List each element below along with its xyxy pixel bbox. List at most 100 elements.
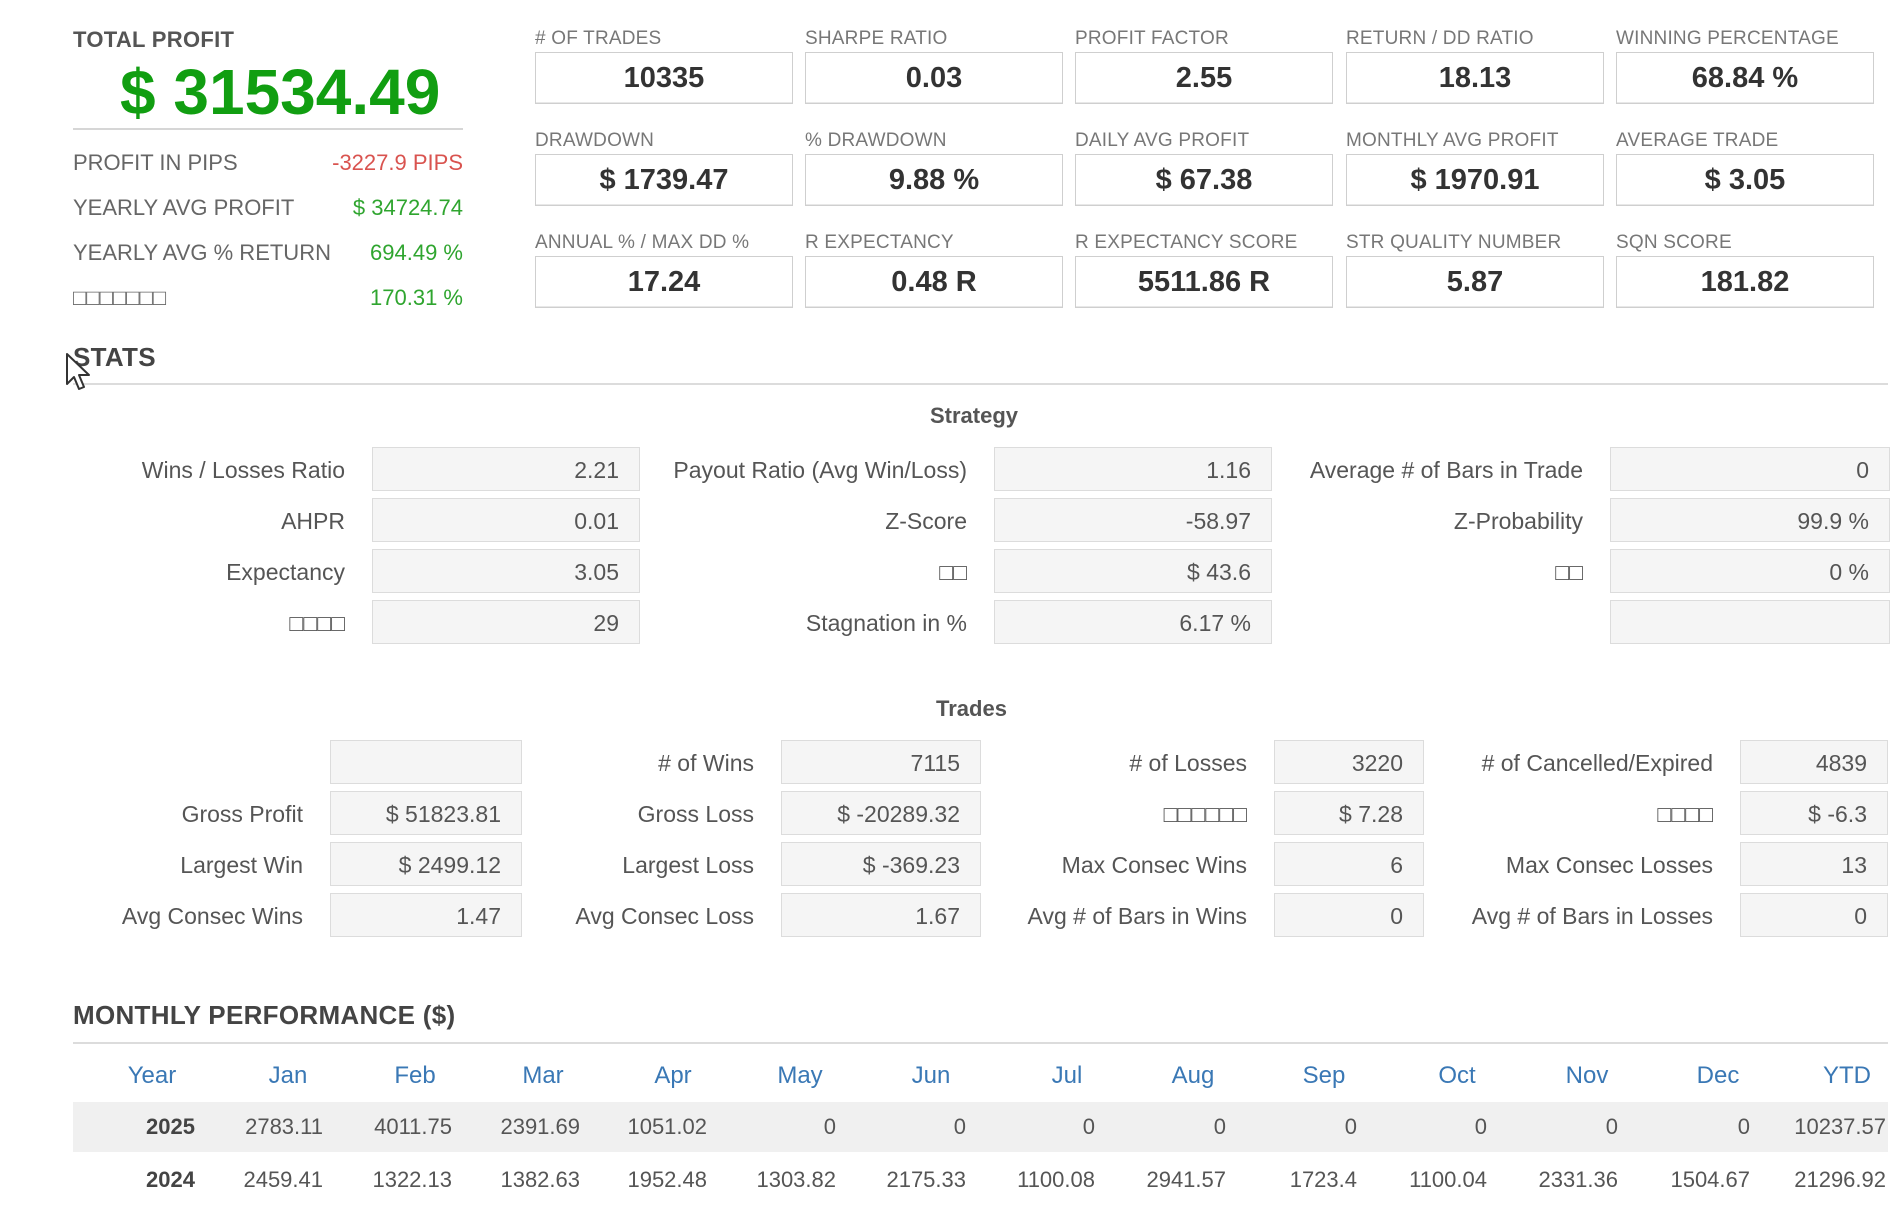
kpi-label: WINNING PERCENTAGE	[1616, 28, 1839, 49]
strategy-value: 0 %	[1610, 549, 1890, 593]
kpi-value-box: 0.03	[805, 52, 1063, 104]
kpi-value-box: 5511.86 R	[1075, 256, 1333, 308]
table-cell: 2391.69	[500, 1114, 580, 1139]
mouse-cursor-icon	[66, 353, 90, 390]
summary-value: $ 34724.74	[352, 195, 463, 220]
stats-divider	[73, 383, 1888, 385]
kpi-value-box: $ 3.05	[1616, 154, 1874, 206]
summary-label: YEARLY AVG % RETURN	[73, 240, 331, 265]
trades-value: 1.67	[781, 893, 981, 937]
kpi-value-box: 181.82	[1616, 256, 1874, 308]
strategy-value: 3.05	[372, 549, 640, 593]
summary-row-yearly-avg-return: YEARLY AVG % RETURN 694.49 %	[73, 240, 463, 272]
table-cell: 0	[1474, 1114, 1487, 1139]
table-header-cell: May	[777, 1062, 823, 1089]
table-year-cell: 2024	[146, 1167, 195, 1192]
table-cell: 2459.41	[243, 1167, 323, 1192]
trades-value: $ 51823.81	[330, 791, 522, 835]
summary-label: PROFIT IN PIPS	[73, 150, 238, 175]
table-cell: 2331.36	[1538, 1167, 1618, 1192]
strategy-value: 0.01	[372, 498, 640, 542]
summary-value: 694.49 %	[370, 240, 463, 265]
trades-value: 0	[1274, 893, 1424, 937]
table-cell: 0	[1737, 1114, 1750, 1139]
strategy-label: Z-Probability	[1453, 508, 1583, 534]
kpi-label: AVERAGE TRADE	[1616, 130, 1779, 151]
strategy-label: Average # of Bars in Trade	[1309, 457, 1583, 483]
trades-label: Avg # of Bars in Losses	[1471, 903, 1713, 929]
table-cell: 1382.63	[500, 1167, 580, 1192]
kpi-value-box: 2.55	[1075, 52, 1333, 104]
strategy-label: Z-Score	[885, 508, 967, 534]
trades-label: □□□□□□	[1163, 801, 1247, 827]
summary-row-profit-pips: PROFIT IN PIPS -3227.9 PIPS	[73, 150, 463, 182]
trades-value: 0	[1740, 893, 1888, 937]
trades-value: 3220	[1274, 740, 1424, 784]
kpi-value-box: $ 67.38	[1075, 154, 1333, 206]
kpi-value-box: 68.84 %	[1616, 52, 1874, 104]
trades-label: Largest Loss	[622, 852, 754, 878]
table-header-cell: Oct	[1438, 1062, 1476, 1089]
strategy-label: AHPR	[281, 508, 345, 534]
trades-value: 7115	[781, 740, 981, 784]
table-header-cell: Dec	[1696, 1062, 1740, 1089]
table-cell: 0	[1605, 1114, 1618, 1139]
strategy-value: 6.17 %	[994, 600, 1272, 644]
trades-label: # of Cancelled/Expired	[1481, 750, 1713, 776]
kpi-value-box: 18.13	[1346, 52, 1604, 104]
strategy-value: -58.97	[994, 498, 1272, 542]
trades-label: Gross Profit	[181, 801, 303, 827]
kpi-label: SQN SCORE	[1616, 232, 1732, 253]
trades-label: # of Wins	[658, 750, 754, 776]
summary-row-unlabeled: □□□□□□□ 170.31 %	[73, 285, 463, 317]
trades-value: $ 2499.12	[330, 842, 522, 886]
strategy-label: Payout Ratio (Avg Win/Loss)	[673, 457, 967, 483]
table-header-cell: Mar	[522, 1062, 564, 1089]
trades-title: Trades	[936, 696, 1007, 721]
summary-label: □□□□□□□	[73, 285, 167, 310]
trades-label: Gross Loss	[637, 801, 754, 827]
strategy-value: $ 43.6	[994, 549, 1272, 593]
trades-label: Avg Consec Loss	[575, 903, 754, 929]
table-cell: 1051.02	[627, 1114, 707, 1139]
table-header-cell: Aug	[1171, 1062, 1215, 1089]
summary-label: YEARLY AVG PROFIT	[73, 195, 295, 220]
monthly-title: MONTHLY PERFORMANCE ($)	[73, 1000, 456, 1030]
table-cell: 1322.13	[372, 1167, 452, 1192]
kpi-label: ANNUAL % / MAX DD %	[535, 232, 750, 253]
trades-value: 6	[1274, 842, 1424, 886]
total-profit-label: TOTAL PROFIT	[73, 27, 235, 52]
table-header-cell: Jul	[1051, 1062, 1083, 1089]
table-cell: 2941.57	[1146, 1167, 1226, 1192]
trades-value: $ 7.28	[1274, 791, 1424, 835]
table-header-cell: Apr	[654, 1062, 692, 1089]
kpi-label: % DRAWDOWN	[805, 130, 947, 151]
strategy-value: 29	[372, 600, 640, 644]
table-cell: 2783.11	[245, 1114, 323, 1139]
trades-label: Max Consec Losses	[1505, 852, 1713, 878]
trades-label: Max Consec Wins	[1061, 852, 1247, 878]
table-header-cell: Jun	[911, 1062, 951, 1089]
kpi-value-box: 0.48 R	[805, 256, 1063, 308]
strategy-value: 99.9 %	[1610, 498, 1890, 542]
table-cell: 0	[1082, 1114, 1095, 1139]
strategy-label: Wins / Losses Ratio	[141, 457, 345, 483]
table-cell: 0	[953, 1114, 966, 1139]
table-cell: 1303.82	[756, 1167, 836, 1192]
strategy-value: 0	[1610, 447, 1890, 491]
table-cell: 4011.75	[374, 1114, 452, 1139]
table-header-cell: Year	[127, 1062, 177, 1089]
kpi-label: DRAWDOWN	[535, 130, 655, 151]
summary-row-yearly-avg-profit: YEARLY AVG PROFIT $ 34724.74	[73, 195, 463, 227]
table-cell: 1723.4	[1289, 1167, 1357, 1192]
strategy-label: Expectancy	[226, 559, 345, 585]
table-cell: 1504.67	[1670, 1167, 1750, 1192]
trades-value: $ -20289.32	[781, 791, 981, 835]
table-cell: 0	[823, 1114, 836, 1139]
table-header-cell: Jan	[268, 1062, 308, 1089]
strategy-label: Stagnation in %	[805, 610, 967, 636]
kpi-label: R EXPECTANCY	[805, 232, 954, 253]
trades-label: # of Losses	[1129, 750, 1247, 776]
kpi-label: MONTHLY AVG PROFIT	[1346, 130, 1559, 151]
table-cell: 1100.08	[1017, 1167, 1095, 1192]
